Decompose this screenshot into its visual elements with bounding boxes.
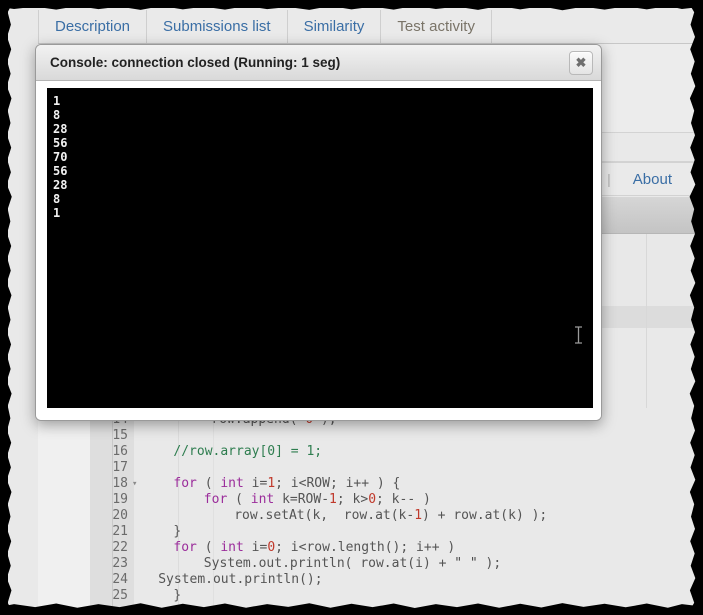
code-token: ( [196, 476, 221, 491]
console-line: 8 [53, 192, 61, 206]
code-line-text: row.setAt(k, row.at(k-1) + row.at(k) ); [234, 508, 547, 523]
code-line-text: //row.array[0] = 1; [173, 444, 322, 459]
code-fold-toggle-icon[interactable]: ▾ [132, 479, 137, 489]
code-token: //row.array[0] = 1; [173, 444, 323, 459]
code-token: k=ROW- [274, 492, 330, 507]
line-number: 21 [112, 524, 128, 539]
dialog-body: 1 8 28 56 70 56 28 8 1 [36, 81, 601, 420]
dialog-header: Console: connection closed (Running: 1 s… [36, 45, 601, 81]
line-number: 25 [112, 588, 128, 603]
code-token: 0 [267, 540, 276, 555]
code-line-text: } [173, 588, 181, 603]
tab-bar: Description Submissions list Similarity Tes… [38, 10, 696, 43]
code-token: ( [196, 540, 221, 555]
code-token: ) + row.at(k) ); [422, 508, 548, 523]
code-token: ( [227, 492, 251, 507]
tab-submissions-list[interactable]: Submissions list [147, 10, 288, 43]
code-token: } [173, 588, 182, 603]
code-token: for [173, 540, 197, 555]
console-line: 1 [53, 206, 61, 220]
console-dialog: Console: connection closed (Running: 1 s… [35, 44, 602, 421]
code-token: for [173, 476, 197, 491]
code-token: 1 [267, 476, 276, 491]
code-token: ; i<row.length(); i++ ) [275, 540, 456, 555]
line-number: 16 [112, 444, 128, 459]
code-token: " " [454, 556, 478, 571]
page-background: | About 14row.append( 0 );1516//row.arra… [8, 8, 696, 608]
code-token: ); [477, 556, 502, 571]
code-line-text: System.out.println(); [158, 572, 322, 587]
code-token: int [220, 540, 244, 555]
console-line: 1 [53, 94, 61, 108]
code-token: } [173, 524, 182, 539]
code-token: for [203, 492, 228, 507]
text-cursor-icon [575, 326, 582, 344]
code-token: System.out.println( row.at(i) + [203, 556, 455, 571]
code-token: 1 [329, 492, 337, 507]
console-line: 56 [53, 136, 68, 150]
tab-similarity[interactable]: Similarity [288, 10, 382, 43]
code-token: i= [243, 540, 268, 555]
console-line: 70 [53, 150, 68, 164]
code-token: System.out.println(); [158, 572, 323, 587]
line-number: 19 [112, 492, 128, 507]
code-token: ; i<ROW; i++ ) { [275, 476, 401, 491]
line-number: 17 [112, 460, 128, 475]
line-number: 24 [112, 572, 128, 587]
code-token: i= [243, 476, 268, 491]
code-token: int [250, 492, 275, 507]
console-line: 56 [53, 164, 68, 178]
code-token: ; k-- ) [376, 492, 431, 507]
code-token: row.setAt(k, row.at(k- [234, 508, 415, 523]
line-number: 18 [112, 476, 128, 491]
line-number: 20 [112, 508, 128, 523]
close-icon[interactable]: ✖ [569, 51, 593, 75]
console-line: 28 [53, 178, 68, 192]
code-line-text: for ( int k=ROW-1; k>0; k-- ) [204, 492, 431, 507]
dialog-title: Console: connection closed (Running: 1 s… [50, 55, 341, 70]
code-line-text: for ( int i=1; i<ROW; i++ ) { [173, 476, 400, 491]
line-number: 23 [112, 556, 128, 571]
screenshot-root: | About 14row.append( 0 );1516//row.arra… [0, 0, 703, 615]
console-output[interactable]: 1 8 28 56 70 56 28 8 1 [47, 88, 593, 408]
code-token: ; k> [336, 492, 369, 507]
tab-description[interactable]: Description [38, 10, 148, 43]
code-token: 1 [414, 508, 423, 523]
tab-test-activity[interactable]: Test activity [381, 10, 492, 43]
console-line: 8 [53, 108, 61, 122]
line-number: 22 [112, 540, 128, 555]
about-link[interactable]: About [633, 171, 672, 188]
line-number: 15 [112, 428, 128, 443]
code-line-text: } [173, 524, 181, 539]
code-line-text: for ( int i=0; i<row.length(); i++ ) [173, 540, 455, 555]
code-line-text: System.out.println( row.at(i) + " " ); [204, 556, 501, 571]
code-editor[interactable]: 14row.append( 0 );1516//row.array[0] = 1… [38, 408, 696, 608]
console-line: 28 [53, 122, 68, 136]
about-separator: | [607, 171, 611, 187]
code-token: int [220, 476, 244, 491]
code-token: 0 [368, 492, 377, 507]
